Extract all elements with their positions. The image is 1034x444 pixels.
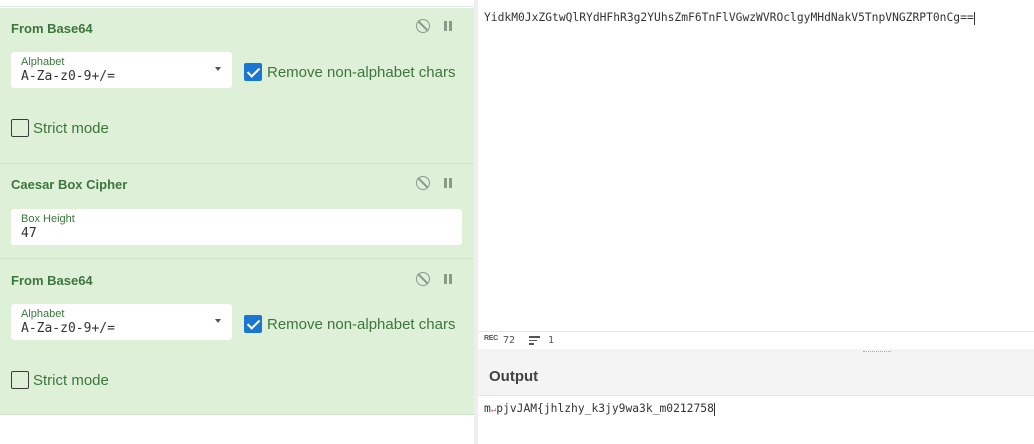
- remove-non-alphabet-checkbox[interactable]: [244, 63, 262, 81]
- alphabet-select[interactable]: Alphabet A-Za-z0-9+/=: [11, 52, 232, 88]
- input-value: YidkM0JxZGtwQlRYdHFhR3g2YUhsZmF6TnFlVGwz…: [484, 11, 974, 24]
- box-height-value[interactable]: 47: [21, 226, 37, 241]
- alphabet-label: Alphabet: [21, 308, 65, 320]
- strict-mode-label[interactable]: Strict mode: [33, 120, 109, 137]
- strict-mode-checkbox[interactable]: [11, 371, 29, 389]
- operation-title: Caesar Box Cipher: [11, 177, 128, 192]
- strict-mode-label[interactable]: Strict mode: [33, 372, 109, 389]
- operation-from-base64-1[interactable]: From Base64 Alphabet A-Za-z0-9+/= Remove…: [0, 8, 474, 164]
- disable-icon[interactable]: [416, 19, 430, 33]
- disable-icon[interactable]: [416, 272, 430, 286]
- pause-icon[interactable]: [441, 272, 455, 286]
- input-text[interactable]: YidkM0JxZGtwQlRYdHFhR3g2YUhsZmF6TnFlVGwz…: [484, 11, 975, 25]
- chevron-down-icon: [215, 67, 221, 71]
- operation-title: From Base64: [11, 273, 93, 288]
- text-cursor: [973, 11, 975, 25]
- alphabet-value: A-Za-z0-9+/=: [21, 321, 115, 336]
- output-header: Output: [478, 354, 1034, 396]
- box-height-input[interactable]: Box Height 47: [11, 209, 462, 245]
- recipe-panel: From Base64 Alphabet A-Za-z0-9+/= Remove…: [0, 0, 474, 444]
- operation-caesar-box-cipher[interactable]: Caesar Box Cipher Box Height 47: [0, 164, 474, 259]
- output-text[interactable]: m↵pjvJAM{jhlzhy_k3jy9wa3k_m0212758: [484, 402, 715, 416]
- chevron-down-icon: [215, 319, 221, 323]
- lines-icon: [529, 336, 540, 345]
- output-panel[interactable]: m↵pjvJAM{jhlzhy_k3jy9wa3k_m0212758: [478, 396, 1034, 444]
- lines-value: 1: [548, 335, 555, 346]
- alphabet-label: Alphabet: [21, 56, 65, 68]
- length-icon: REC: [484, 335, 498, 342]
- length-value: 72: [503, 335, 516, 346]
- output-title: Output: [489, 368, 539, 385]
- alphabet-select[interactable]: Alphabet A-Za-z0-9+/=: [11, 304, 232, 340]
- box-height-label: Box Height: [21, 213, 75, 225]
- output-prefix: m: [484, 402, 491, 415]
- disable-icon[interactable]: [416, 176, 430, 190]
- text-cursor: [713, 402, 715, 416]
- remove-non-alphabet-label[interactable]: Remove non-alphabet chars: [267, 64, 455, 81]
- pause-icon[interactable]: [441, 176, 455, 190]
- pause-icon[interactable]: [441, 19, 455, 33]
- output-value: pjvJAM{jhlzhy_k3jy9wa3k_m0212758: [496, 402, 714, 415]
- input-panel[interactable]: YidkM0JxZGtwQlRYdHFhR3g2YUhsZmF6TnFlVGwz…: [478, 0, 1034, 331]
- operation-title: From Base64: [11, 21, 93, 36]
- remove-non-alphabet-label[interactable]: Remove non-alphabet chars: [267, 316, 455, 333]
- recipe-top-strip: [0, 0, 474, 7]
- remove-non-alphabet-checkbox[interactable]: [244, 315, 262, 333]
- grip-icon: [863, 351, 891, 352]
- strict-mode-checkbox[interactable]: [11, 119, 29, 137]
- input-status-bar: REC 72 1: [478, 331, 1034, 349]
- alphabet-value: A-Za-z0-9+/=: [21, 69, 115, 84]
- operation-from-base64-2[interactable]: From Base64 Alphabet A-Za-z0-9+/= Remove…: [0, 259, 474, 415]
